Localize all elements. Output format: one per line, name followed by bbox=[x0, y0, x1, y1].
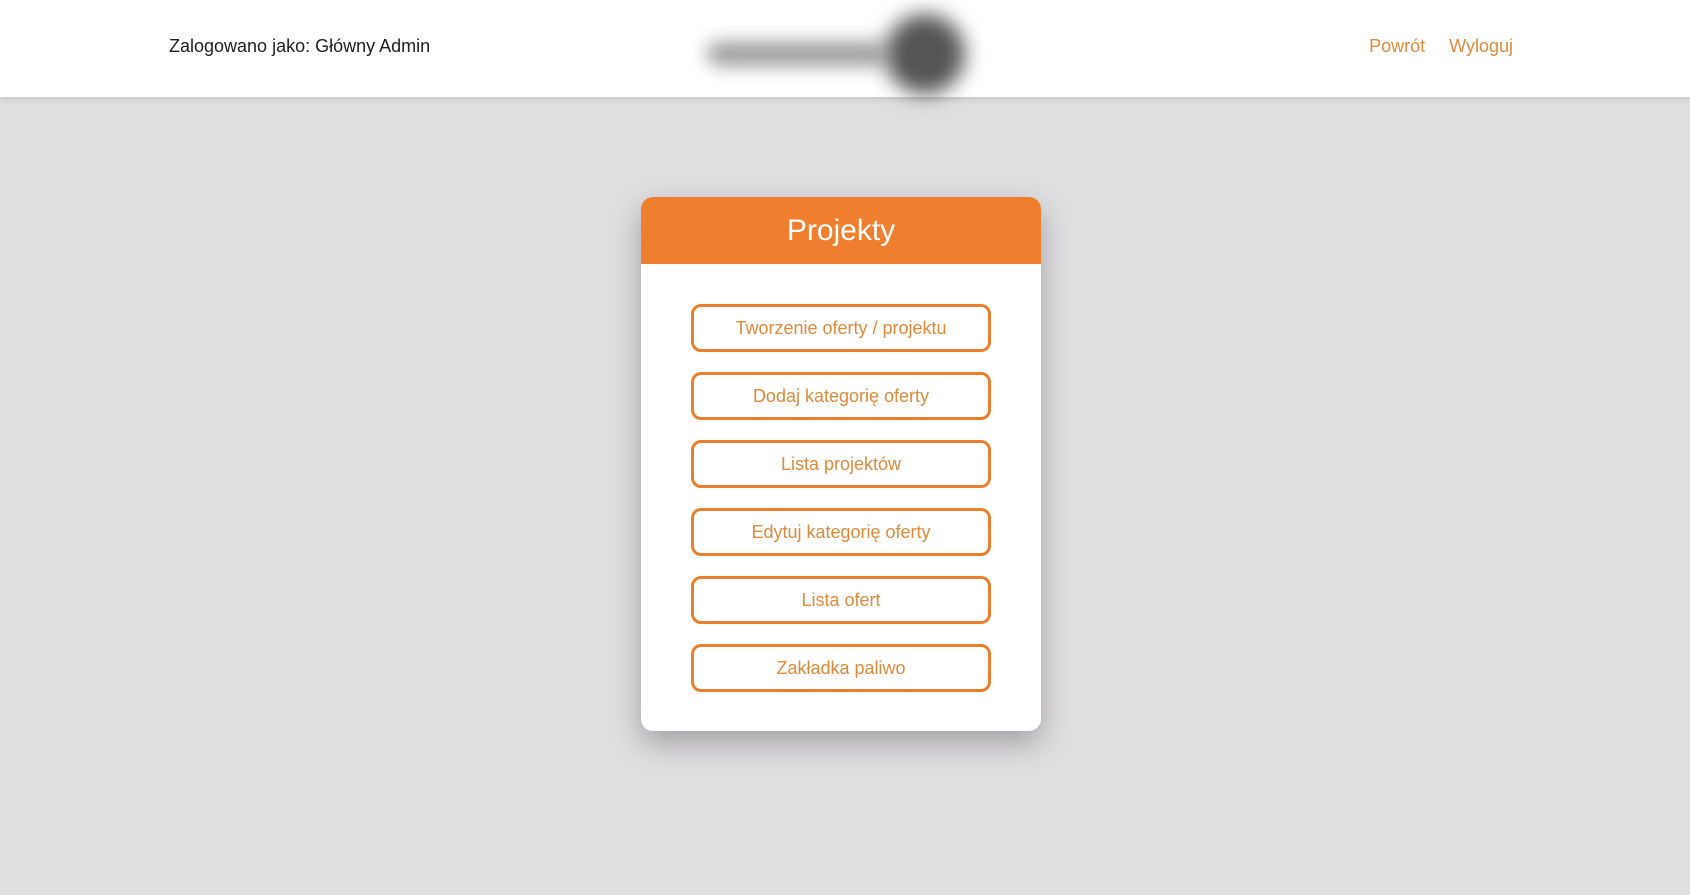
logo-text-blurred bbox=[707, 42, 887, 66]
logo-mark-blurred bbox=[885, 14, 965, 94]
header-nav: Powrót Wyloguj bbox=[1369, 36, 1513, 57]
offers-list-button[interactable]: Lista ofert bbox=[691, 576, 991, 624]
company-logo bbox=[695, 6, 995, 94]
edit-offer-category-button[interactable]: Edytuj kategorię oferty bbox=[691, 508, 991, 556]
logout-link[interactable]: Wyloguj bbox=[1449, 36, 1513, 57]
card-title: Projekty bbox=[641, 197, 1041, 264]
create-offer-project-button[interactable]: Tworzenie oferty / projektu bbox=[691, 304, 991, 352]
projects-menu: Tworzenie oferty / projektu Dodaj katego… bbox=[691, 304, 991, 712]
fuel-tab-button[interactable]: Zakładka paliwo bbox=[691, 644, 991, 692]
back-link[interactable]: Powrót bbox=[1369, 36, 1425, 57]
add-offer-category-button[interactable]: Dodaj kategorię oferty bbox=[691, 372, 991, 420]
projects-card: Projekty Tworzenie oferty / projektu Dod… bbox=[641, 197, 1041, 731]
top-navbar: Zalogowano jako: Główny Admin Powrót Wyl… bbox=[0, 0, 1690, 97]
logged-in-user-label: Zalogowano jako: Główny Admin bbox=[169, 36, 431, 56]
projects-list-button[interactable]: Lista projektów bbox=[691, 440, 991, 488]
